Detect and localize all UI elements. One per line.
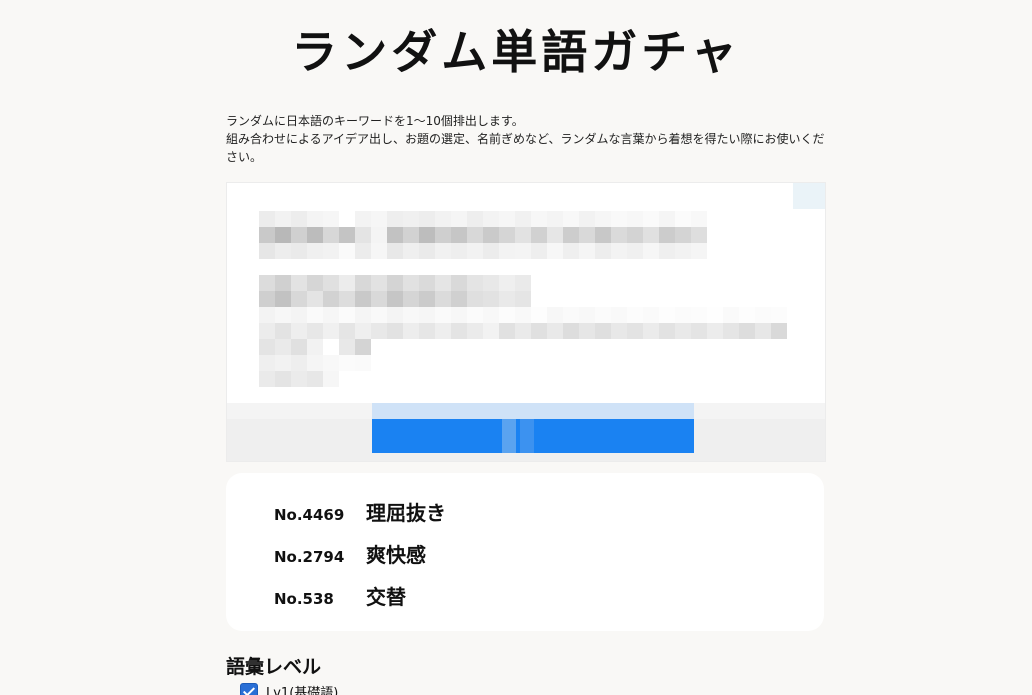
ad-blurred-text-line [259,355,371,371]
result-item: No.2794 爽快感 [274,539,426,568]
result-number: No.2794 [274,548,345,566]
ad-button-area [227,403,825,461]
ad-button-seam [502,419,516,453]
result-number: No.538 [274,590,334,608]
level-label: Lv1(基礎語) [266,686,339,695]
vocabulary-level-option[interactable]: Lv1(基礎語) [240,682,338,695]
vocabulary-level-heading: 語彙レベル [226,656,322,678]
ad-button-seam [520,419,534,453]
ad-blurred-text-line [259,227,707,243]
description-line-1: ランダムに日本語のキーワードを1〜10個排出します。 [226,114,524,128]
result-item: No.538 交替 [274,581,406,610]
ad-blurred-text-line [259,371,339,387]
ad-blurred-text-line [259,291,531,307]
ad-blurred-text-line [259,243,707,259]
ad-blurred-text-line [259,323,787,339]
ad-blurred-text-line [259,275,531,291]
description-line-2: 組み合わせによるアイデア出し、お題の選定、名前ぎめなど、ランダムな言葉から着想を… [226,132,825,164]
description: ランダムに日本語のキーワードを1〜10個排出します。 組み合わせによるアイデア出… [226,112,826,166]
result-number: No.4469 [274,506,345,524]
page-title: ランダム単語ガチャ [291,25,741,79]
result-item: No.4469 理屈抜き [274,497,446,526]
ad-blurred-text-line [259,307,787,323]
ad-blurred-text-line [259,339,371,355]
page: ランダム単語ガチャ ランダムに日本語のキーワードを1〜10個排出します。 組み合… [0,0,1032,695]
result-word: 交替 [366,585,406,609]
ad-cta-button[interactable] [372,419,694,453]
result-card: No.4469 理屈抜き No.2794 爽快感 No.538 交替 [226,473,824,631]
ad-button-top [372,403,694,419]
result-word: 理屈抜き [366,501,446,525]
level-checkbox[interactable] [240,682,258,695]
ad-corner-icon [793,183,825,209]
result-word: 爽快感 [366,543,426,567]
pixelated-ad-banner[interactable] [226,182,826,462]
ad-blurred-text-line [259,211,707,227]
